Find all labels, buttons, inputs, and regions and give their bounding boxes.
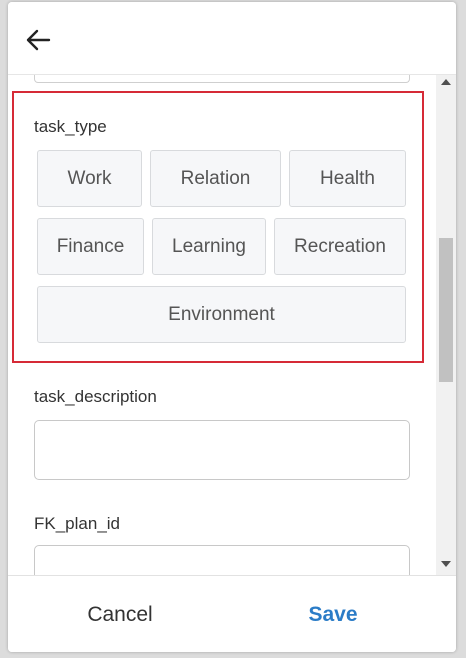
scrollbar[interactable] (436, 75, 456, 575)
task-description-input[interactable] (34, 420, 410, 480)
chip-relation[interactable]: Relation (150, 150, 281, 207)
fk-plan-id-label: FK_plan_id (34, 514, 121, 533)
fk-plan-id-input[interactable] (34, 545, 410, 575)
chip-finance[interactable]: Finance (37, 218, 144, 275)
save-button[interactable]: Save (238, 576, 428, 652)
scrollbar-thumb[interactable] (439, 238, 453, 382)
dialog-footer: Cancel Save (8, 575, 456, 652)
scroll-up-arrow-icon[interactable] (441, 79, 451, 85)
form-scroll-area: task_type Work Relation Health Finance L… (8, 75, 456, 575)
chip-work[interactable]: Work (37, 150, 142, 207)
back-button[interactable] (20, 22, 56, 58)
task-description-label: task_description (34, 387, 157, 406)
chip-health[interactable]: Health (289, 150, 406, 207)
task-type-label: task_type (34, 117, 107, 136)
edit-task-dialog: task_type Work Relation Health Finance L… (8, 2, 456, 652)
arrow-left-icon (26, 29, 51, 51)
cancel-button[interactable]: Cancel (22, 576, 218, 652)
chip-environment[interactable]: Environment (37, 286, 406, 343)
dialog-header (8, 2, 456, 75)
chip-learning[interactable]: Learning (152, 218, 266, 275)
previous-field-input[interactable] (34, 75, 410, 83)
chip-recreation[interactable]: Recreation (274, 218, 406, 275)
scroll-down-arrow-icon[interactable] (441, 561, 451, 567)
